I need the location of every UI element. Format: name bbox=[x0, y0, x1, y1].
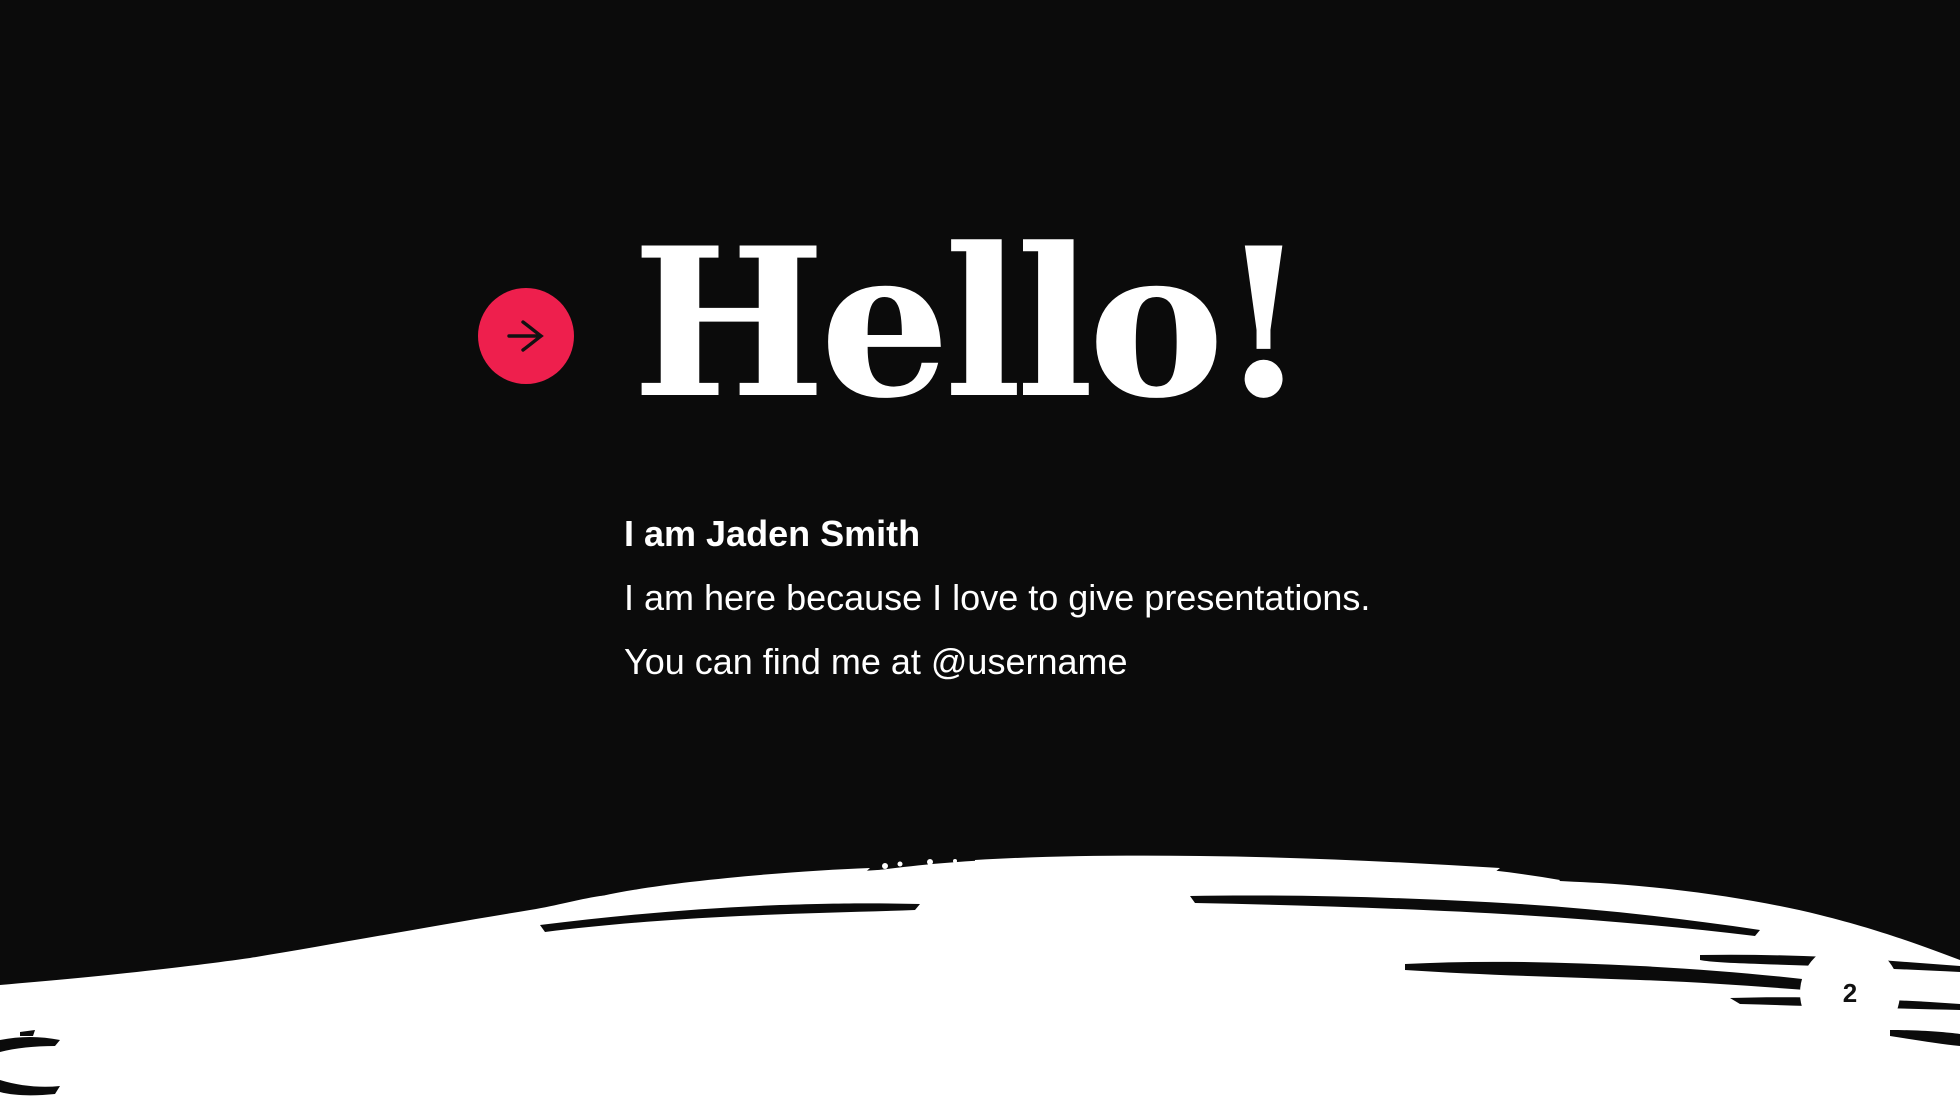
intro-line-2: You can find me at @username bbox=[624, 641, 1128, 682]
page-number: 2 bbox=[1800, 943, 1900, 1043]
intro-line-1: I am here because I love to give present… bbox=[624, 577, 1371, 618]
slide-title: Hello! bbox=[632, 204, 1309, 444]
arrow-right-icon bbox=[507, 320, 544, 352]
presenter-name: I am Jaden Smith bbox=[624, 513, 921, 554]
intro-block: I am Jaden Smith I am here because I lov… bbox=[624, 508, 1370, 700]
arrow-badge bbox=[478, 288, 574, 384]
slide: Hello! I am Jaden Smith I am here becaus… bbox=[0, 0, 1960, 1104]
